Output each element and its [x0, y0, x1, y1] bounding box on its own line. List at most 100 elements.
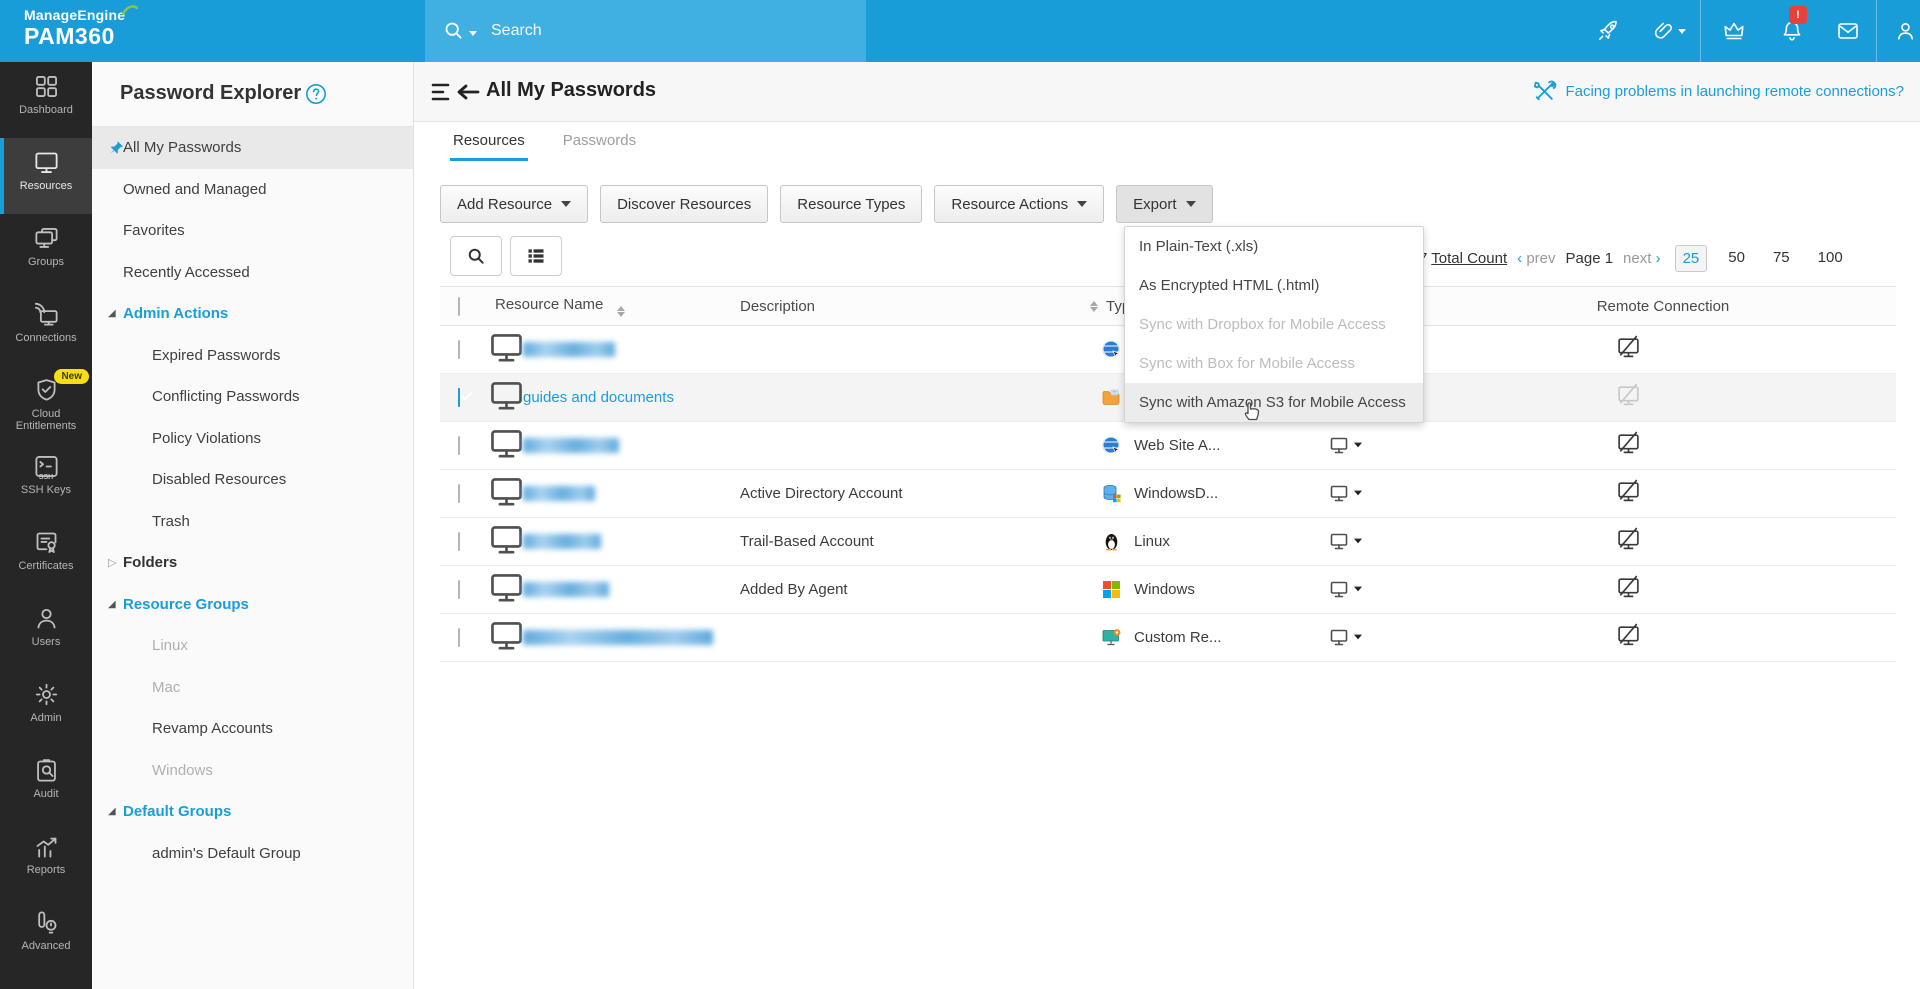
user-icon[interactable]: [1894, 19, 1918, 43]
account-selector-icon[interactable]: [1320, 629, 1430, 647]
row-checkbox[interactable]: [458, 436, 460, 455]
row-checkbox[interactable]: [458, 580, 460, 599]
sidebar-item-reports[interactable]: Reports: [0, 822, 92, 898]
account-selector-icon[interactable]: [1320, 533, 1430, 551]
crown-icon[interactable]: [1722, 19, 1746, 43]
row-select-cell: [440, 437, 490, 454]
explorer-item-expired-passwords[interactable]: Expired Passwords: [92, 335, 413, 377]
resource-types-button[interactable]: Resource Types: [780, 185, 922, 223]
resource-icon-cell: [490, 621, 523, 655]
next-button[interactable]: next ›: [1623, 250, 1661, 267]
sidebar-item-audit[interactable]: Audit: [0, 746, 92, 822]
mail-icon[interactable]: [1836, 19, 1860, 43]
select-all-checkbox[interactable]: [458, 297, 460, 316]
explorer-item-favorites[interactable]: Favorites: [92, 210, 413, 252]
account-selector-icon[interactable]: [1320, 437, 1430, 455]
sidebar-item-advanced[interactable]: Advanced: [0, 898, 92, 974]
row-checkbox[interactable]: [458, 532, 460, 551]
expanded-marker-icon[interactable]: ◢: [108, 599, 116, 610]
prev-button[interactable]: ‹ prev: [1517, 250, 1555, 267]
sort-type-icon[interactable]: [1090, 301, 1098, 312]
collapse-panel-icon[interactable]: [430, 79, 482, 105]
tab-resources[interactable]: Resources: [450, 132, 528, 161]
account-selector-icon[interactable]: [1320, 581, 1430, 599]
sort-resource-name-icon[interactable]: [617, 306, 625, 317]
sidebar-item-users[interactable]: Users: [0, 594, 92, 670]
page-size-100[interactable]: 100: [1811, 245, 1850, 272]
sidebar-item-connections[interactable]: Connections: [0, 290, 92, 366]
sidebar-item-ssh-keys[interactable]: SSHSSH Keys: [0, 442, 92, 518]
explorer-item-admin-s-default-group[interactable]: admin's Default Group: [92, 833, 413, 875]
sidebar-item-dashboard[interactable]: Dashboard: [0, 62, 92, 138]
row-checkbox[interactable]: [458, 628, 460, 647]
explorer-item-windows[interactable]: Windows: [92, 750, 413, 792]
export-option-as-encrypted-html-html-[interactable]: As Encrypted HTML (.html): [1125, 266, 1423, 305]
remote-connection-icon[interactable]: [1430, 479, 1896, 508]
sidebar-item-cloud-entitlements[interactable]: Cloud EntitlementsNew: [0, 366, 92, 442]
explorer-item-default-groups[interactable]: ◢Default Groups: [92, 791, 413, 833]
explorer-item-linux[interactable]: Linux: [92, 625, 413, 667]
explorer-item-label: Owned and Managed: [123, 181, 266, 198]
col-resource-name[interactable]: Resource Name: [495, 296, 603, 313]
rocket-icon[interactable]: [1596, 19, 1620, 43]
explorer-item-trash[interactable]: Trash: [92, 501, 413, 543]
explorer-item-disabled-resources[interactable]: Disabled Resources: [92, 459, 413, 501]
sidebar-item-groups[interactable]: Groups: [0, 214, 92, 290]
resource-actions-button[interactable]: Resource Actions: [934, 185, 1104, 223]
search-placeholder: Search: [491, 22, 542, 40]
col-description[interactable]: Description: [740, 298, 815, 315]
page-size-25[interactable]: 25: [1675, 245, 1708, 272]
explorer-item-policy-violations[interactable]: Policy Violations: [92, 418, 413, 460]
discover-resources-button[interactable]: Discover Resources: [600, 185, 768, 223]
remote-connections-help-link[interactable]: Facing problems in launching remote conn…: [1532, 79, 1904, 104]
remote-connection-icon[interactable]: [1430, 527, 1896, 556]
explorer-item-conflicting-passwords[interactable]: Conflicting Passwords: [92, 376, 413, 418]
resource-icon-cell: [490, 381, 523, 415]
explorer-item-folders[interactable]: ▷Folders: [92, 542, 413, 584]
search-scope-caret-icon[interactable]: [469, 31, 477, 36]
remote-connection-icon[interactable]: [1430, 383, 1896, 412]
explorer-item-resource-groups[interactable]: ◢Resource Groups: [92, 584, 413, 626]
remote-connection-icon[interactable]: [1430, 575, 1896, 604]
expanded-marker-icon[interactable]: ◢: [108, 308, 116, 319]
sidebar-item-admin[interactable]: Admin: [0, 670, 92, 746]
explorer-item-all-my-passwords[interactable]: All My Passwords: [92, 127, 413, 169]
description-cell: Trail-Based Account: [740, 533, 1090, 550]
explorer-item-revamp-accounts[interactable]: Revamp Accounts: [92, 708, 413, 750]
collapsed-marker-icon[interactable]: ▷: [108, 556, 116, 569]
explorer-item-label: Policy Violations: [152, 430, 261, 447]
tab-passwords[interactable]: Passwords: [560, 132, 639, 161]
total-count[interactable]: 7 Total Count: [1419, 250, 1507, 267]
resource-name-link[interactable]: guides and documents: [523, 389, 674, 406]
explorer-item-label: Windows: [152, 762, 213, 779]
explorer-item-owned-and-managed[interactable]: Owned and Managed: [92, 169, 413, 211]
account-selector-icon[interactable]: [1320, 485, 1430, 503]
page-size-75[interactable]: 75: [1766, 245, 1797, 272]
main-header: All My Passwords Facing problems in laun…: [414, 62, 1920, 122]
brand-logo[interactable]: ManageEngine PAM360: [24, 7, 125, 50]
row-checkbox[interactable]: [458, 388, 460, 407]
remote-connection-icon[interactable]: [1430, 335, 1896, 364]
export-option-sync-with-amazon-s3-for-mobile-access[interactable]: Sync with Amazon S3 for Mobile Access: [1125, 383, 1423, 422]
explorer-item-admin-actions[interactable]: ◢Admin Actions: [92, 293, 413, 335]
help-icon[interactable]: [305, 83, 327, 105]
explorer-item-mac[interactable]: Mac: [92, 667, 413, 709]
remote-connection-icon[interactable]: [1430, 431, 1896, 460]
export-button[interactable]: Export: [1116, 185, 1212, 223]
page-size-50[interactable]: 50: [1721, 245, 1752, 272]
row-checkbox[interactable]: [458, 484, 460, 503]
sidebar-item-certificates[interactable]: Certificates: [0, 518, 92, 594]
sidebar-item-label: Dashboard: [0, 104, 92, 116]
search-input[interactable]: Search: [425, 0, 866, 62]
expanded-marker-icon[interactable]: ◢: [108, 806, 116, 817]
explorer-item-recently-accessed[interactable]: Recently Accessed: [92, 252, 413, 294]
row-checkbox[interactable]: [458, 340, 460, 359]
add-resource-button[interactable]: Add Resource: [440, 185, 588, 223]
sidebar-item-resources[interactable]: Resources: [0, 138, 92, 214]
list-view-button[interactable]: [510, 236, 562, 276]
link-icon[interactable]: [1652, 19, 1676, 43]
export-option-in-plain-text-xls-[interactable]: In Plain-Text (.xls): [1125, 227, 1423, 266]
link-caret-icon: [1678, 29, 1686, 34]
remote-connection-icon[interactable]: [1430, 623, 1896, 652]
table-search-button[interactable]: [450, 236, 502, 276]
